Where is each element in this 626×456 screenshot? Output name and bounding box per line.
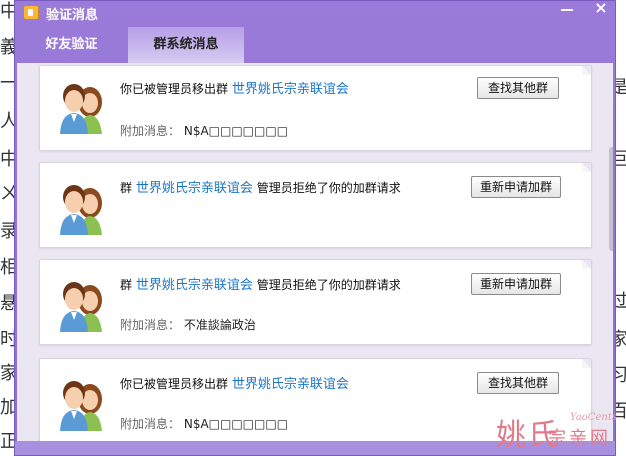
tab-friend-verification[interactable]: 好友验证 <box>15 27 128 63</box>
message-text: 你已被管理员移出群 世界姚氏宗亲联谊会 <box>120 78 349 97</box>
verification-message-window: 验证消息 × 好友验证 群系统消息 你已被管理员移出群 世界姚氏宗亲联谊会 附加… <box>14 0 616 456</box>
vertical-scrollbar[interactable] <box>608 63 613 443</box>
message-card: 群 世界姚氏宗亲联谊会 管理员拒绝了你的加群请求 附加消息： 不准談論政治 重新… <box>39 259 592 345</box>
watermark-url: YaoCents <box>570 412 617 423</box>
message-card: 群 世界姚氏宗亲联谊会 管理员拒绝了你的加群请求 重新申请加群 <box>39 162 592 248</box>
watermark-sub: 宗亲网 <box>548 428 611 449</box>
extra-label: 附加消息： <box>120 318 181 332</box>
message-list-panel: 你已被管理员移出群 世界姚氏宗亲联谊会 附加消息： N$A□□□□□□□ 查找其… <box>17 63 613 443</box>
message-suffix: 管理员拒绝了你的加群请求 <box>256 181 401 195</box>
message-suffix: 管理员拒绝了你的加群请求 <box>256 278 401 292</box>
group-avatar-icon <box>60 381 102 431</box>
group-link[interactable]: 世界姚氏宗亲联谊会 <box>232 82 349 97</box>
tab-bar: 好友验证 群系统消息 <box>15 27 615 63</box>
message-prefix: 你已被管理员移出群 <box>120 82 229 96</box>
extra-label: 附加消息： <box>120 124 181 138</box>
group-link[interactable]: 世界姚氏宗亲联谊会 <box>232 377 349 392</box>
message-prefix: 群 <box>120 278 133 292</box>
message-text: 群 世界姚氏宗亲联谊会 管理员拒绝了你的加群请求 <box>120 274 401 293</box>
close-button[interactable]: × <box>585 0 617 19</box>
extra-label: 附加消息： <box>120 417 181 431</box>
tab-group-system-messages[interactable]: 群系统消息 <box>128 27 244 63</box>
extra-value: 不准談論政治 <box>183 318 256 332</box>
extra-value: N$A□□□□□□□ <box>183 124 289 138</box>
message-text: 你已被管理员移出群 世界姚氏宗亲联谊会 <box>120 373 349 392</box>
minimize-button[interactable] <box>551 1 583 19</box>
find-other-groups-button[interactable]: 查找其他群 <box>477 372 559 394</box>
group-link[interactable]: 世界姚氏宗亲联谊会 <box>136 278 253 293</box>
window-title: 验证消息 <box>46 8 99 23</box>
group-link[interactable]: 世界姚氏宗亲联谊会 <box>136 181 253 196</box>
group-avatar-icon <box>60 185 102 235</box>
reapply-join-button[interactable]: 重新申请加群 <box>471 273 561 295</box>
message-prefix: 你已被管理员移出群 <box>120 377 229 391</box>
scrollbar-thumb[interactable] <box>609 147 613 251</box>
extra-message: 附加消息： N$A□□□□□□□ <box>120 415 288 432</box>
message-card: 你已被管理员移出群 世界姚氏宗亲联谊会 附加消息： N$A□□□□□□□ 查找其… <box>39 65 592 151</box>
speaker-icon <box>23 5 39 20</box>
extra-message: 附加消息： N$A□□□□□□□ <box>120 122 288 139</box>
group-avatar-icon <box>60 84 102 134</box>
find-other-groups-button[interactable]: 查找其他群 <box>477 77 559 99</box>
reapply-join-button[interactable]: 重新申请加群 <box>471 176 561 198</box>
group-avatar-icon <box>60 282 102 332</box>
extra-value: N$A□□□□□□□ <box>183 417 289 431</box>
site-watermark: 姚氏 YaoCents 宗亲网 <box>496 410 626 456</box>
message-text: 群 世界姚氏宗亲联谊会 管理员拒绝了你的加群请求 <box>120 177 401 196</box>
message-prefix: 群 <box>120 181 133 195</box>
title-bar[interactable]: 验证消息 × <box>15 0 617 25</box>
extra-message: 附加消息： 不准談論政治 <box>120 316 256 333</box>
